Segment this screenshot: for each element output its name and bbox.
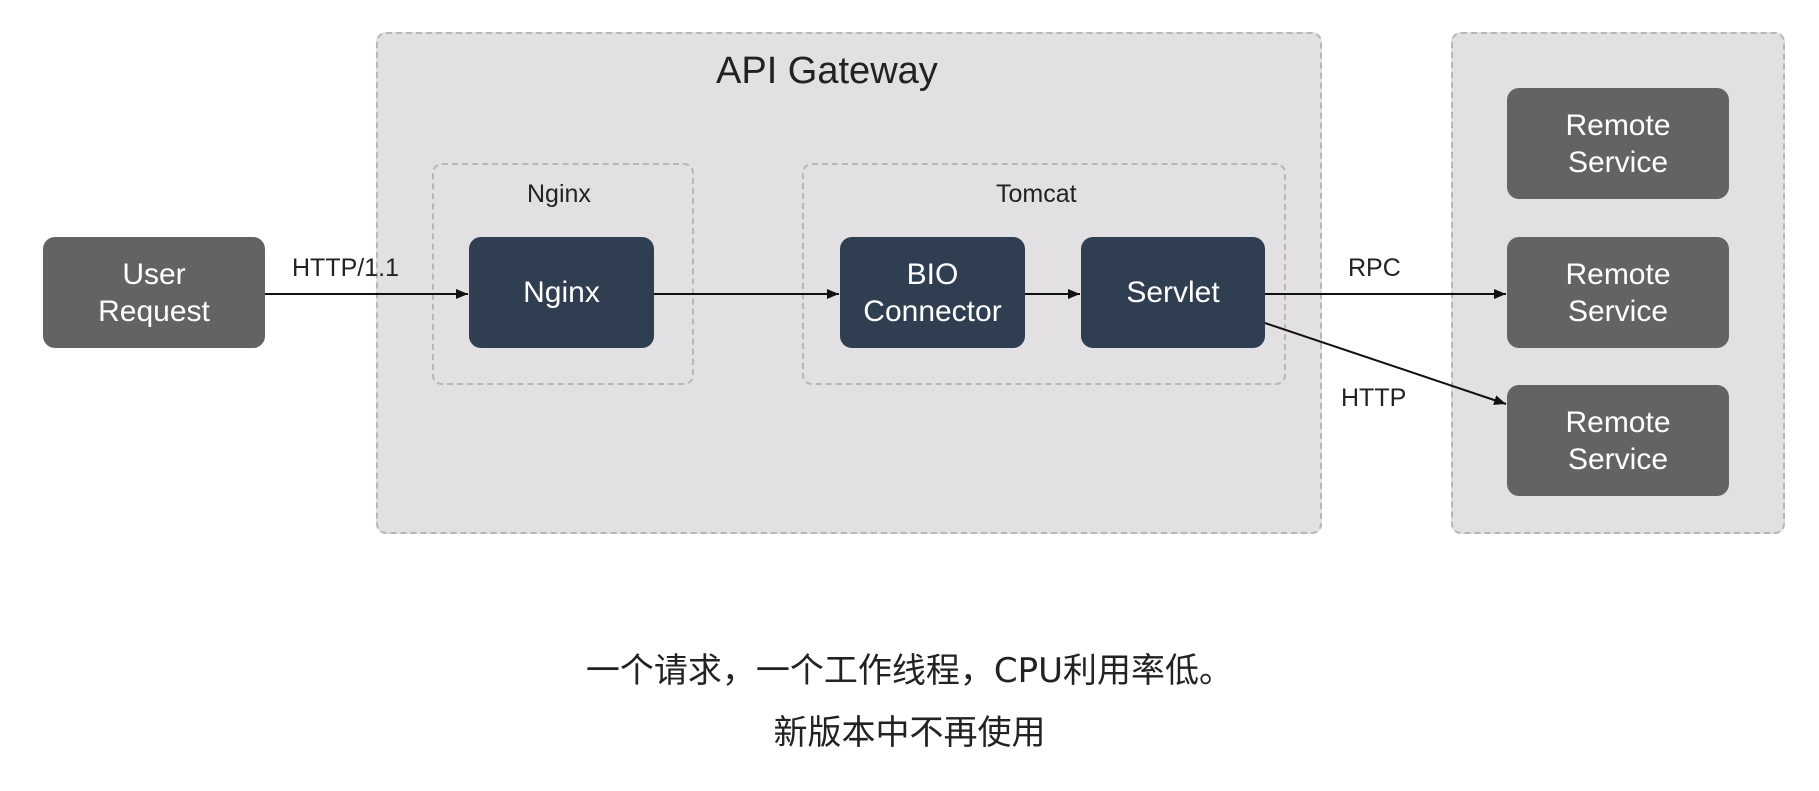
nginx-node-label: Nginx xyxy=(523,276,600,309)
edge-label-http: HTTP xyxy=(1341,384,1407,412)
servlet-node-label: Servlet xyxy=(1126,276,1220,309)
caption-line-2: 新版本中不再使用 xyxy=(773,713,1046,753)
user-request-node: User Request xyxy=(43,237,265,348)
edge-label-http11: HTTP/1.1 xyxy=(292,254,399,282)
bio-connector-node: BIO Connector xyxy=(840,237,1025,348)
nginx-node: Nginx xyxy=(469,237,654,348)
edge-label-rpc: RPC xyxy=(1348,254,1401,282)
bio-connector-label: BIO Connector xyxy=(863,257,1002,328)
remote-service-node-1: Remote Service xyxy=(1507,88,1729,199)
remote-service-2-label: Remote Service xyxy=(1565,257,1671,328)
caption-line-1: 一个请求，一个工作线程，CPU利用率低。 xyxy=(585,651,1234,691)
architecture-diagram: API Gateway Nginx Tomcat HTTP/1.1 RPC HT… xyxy=(0,0,1819,791)
remote-service-node-3: Remote Service xyxy=(1507,385,1729,496)
user-request-label: User Request xyxy=(98,257,210,328)
remote-service-node-2: Remote Service xyxy=(1507,237,1729,348)
remote-service-1-label: Remote Service xyxy=(1565,108,1671,179)
remote-service-3-label: Remote Service xyxy=(1565,405,1671,476)
servlet-node: Servlet xyxy=(1081,237,1265,348)
